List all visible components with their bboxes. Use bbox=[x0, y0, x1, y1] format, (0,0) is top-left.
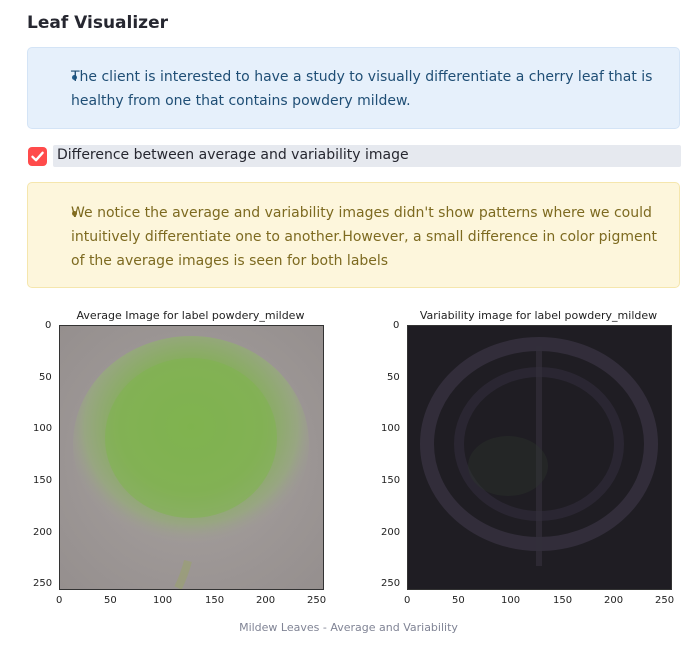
x-tick-label: 100 bbox=[501, 595, 521, 606]
x-tick-label: 150 bbox=[205, 595, 225, 606]
difference-checkbox-row[interactable]: Difference between average and variabili… bbox=[27, 145, 681, 167]
y-tick-label: 50 bbox=[387, 372, 400, 383]
x-tick-label: 100 bbox=[153, 595, 173, 606]
x-tick-label: 250 bbox=[307, 595, 327, 606]
page-title: Leaf Visualizer bbox=[27, 13, 168, 33]
y-tick-label: 0 bbox=[393, 320, 400, 331]
y-tick-label: 200 bbox=[381, 527, 401, 538]
left-plot-title: Average Image for label powdery_mildew bbox=[76, 309, 305, 322]
average-image bbox=[59, 325, 324, 590]
warning-text: We notice the average and variability im… bbox=[71, 205, 657, 269]
figure-average-variability: Average Image for label powdery_mildew 0… bbox=[27, 300, 681, 610]
variability-image bbox=[407, 325, 672, 590]
y-tick-label: 250 bbox=[33, 578, 53, 589]
right-plot-title: Variability image for label powdery_mild… bbox=[419, 309, 658, 322]
y-tick-label: 150 bbox=[33, 475, 53, 486]
x-tick-label: 0 bbox=[56, 595, 63, 606]
x-tick-label: 250 bbox=[655, 595, 675, 606]
y-tick-label: 200 bbox=[33, 527, 53, 538]
y-tick-label: 250 bbox=[381, 578, 401, 589]
x-tick-label: 200 bbox=[604, 595, 624, 606]
checkmark-icon bbox=[31, 151, 44, 162]
y-tick-label: 100 bbox=[381, 423, 401, 434]
y-tick-label: 50 bbox=[39, 372, 52, 383]
x-tick-label: 50 bbox=[452, 595, 465, 606]
x-tick-label: 0 bbox=[404, 595, 411, 606]
x-tick-label: 150 bbox=[553, 595, 573, 606]
info-box: The client is interested to have a study… bbox=[27, 47, 680, 129]
checkbox[interactable] bbox=[28, 147, 47, 166]
info-text: The client is interested to have a study… bbox=[71, 69, 653, 109]
x-tick-label: 50 bbox=[104, 595, 117, 606]
y-tick-label: 100 bbox=[33, 423, 53, 434]
warning-box: We notice the average and variability im… bbox=[27, 182, 680, 288]
x-tick-label: 200 bbox=[256, 595, 276, 606]
y-tick-label: 150 bbox=[381, 475, 401, 486]
checkbox-label[interactable]: Difference between average and variabili… bbox=[57, 147, 409, 163]
y-tick-label: 0 bbox=[45, 320, 52, 331]
figure-caption: Mildew Leaves - Average and Variability bbox=[239, 621, 458, 634]
